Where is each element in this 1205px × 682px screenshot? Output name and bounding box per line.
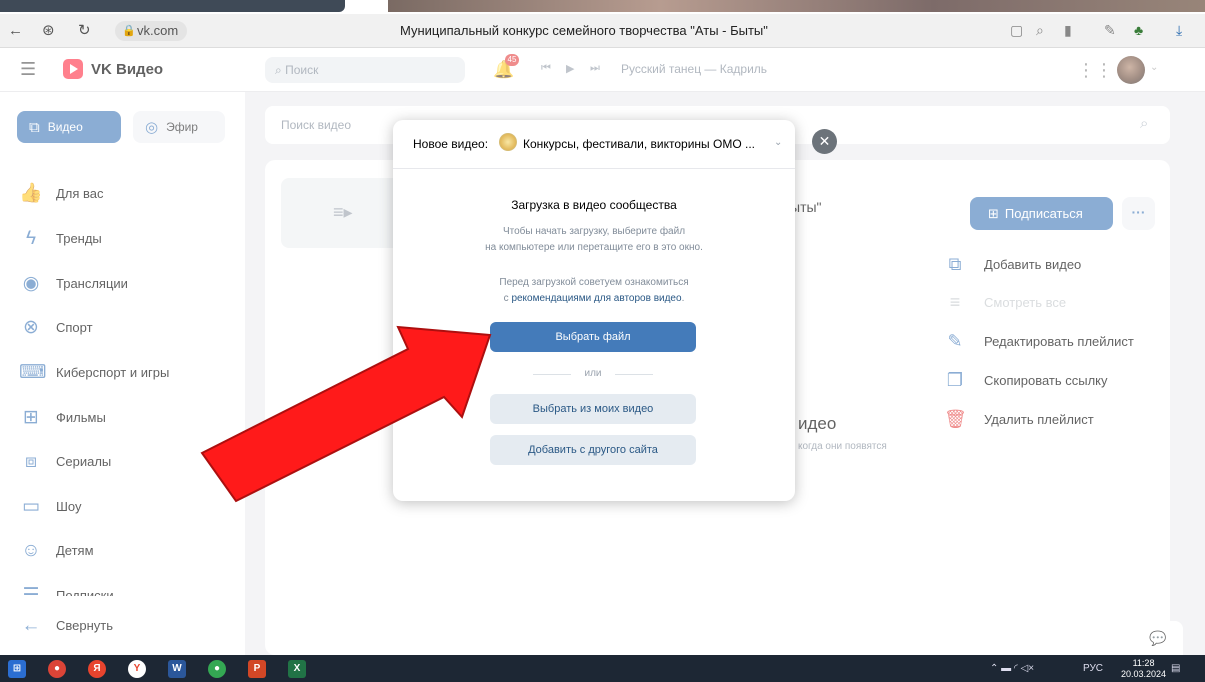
advice-suffix: . — [681, 293, 685, 304]
url-text: vk.com — [137, 23, 179, 38]
modal-header[interactable]: Новое видео: Конкурсы, фестивали, виктор… — [393, 120, 795, 169]
chevron-down-icon[interactable]: ⌄ — [774, 137, 782, 148]
community-selector[interactable]: Конкурсы, фестивали, викторины ОМО ... — [523, 137, 755, 151]
powerpoint-icon[interactable]: P — [248, 660, 266, 678]
downloads-icon[interactable]: ⤓ — [1176, 22, 1182, 39]
address-bar[interactable]: 🔒 vk.com — [115, 21, 187, 41]
modal-instruction-line1: Чтобы начать загрузку, выберите файл — [502, 226, 686, 237]
arrow-shape — [200, 325, 492, 503]
new-video-label: Новое видео: — [413, 137, 489, 151]
modal-title: Загрузка в видео сообщества — [511, 198, 677, 212]
collections-icon[interactable]: ✎ — [1104, 22, 1116, 39]
windows-taskbar: ⊞ ● Я Y W ● P X ⌃ ▬ ◜ ◁× РУС 11:28 20.03… — [0, 655, 1205, 682]
reader-icon[interactable]: ▢ — [1010, 22, 1023, 39]
author-guidelines-link[interactable]: рекомендациями для авторов видео — [511, 293, 681, 304]
browser-toolbar: ← ⊛ ↻ 🔒 vk.com Муниципальный конкурс сем… — [0, 14, 1205, 48]
red-pointer-arrow-icon — [200, 325, 492, 503]
top-window-strip — [0, 0, 1205, 14]
add-from-other-site-button[interactable]: Добавить с другого сайта — [490, 435, 696, 465]
close-icon[interactable]: ✕ — [812, 129, 837, 154]
chrome-profile-icon[interactable]: ● — [208, 660, 226, 678]
page-title: Муниципальный конкурс семейного творчест… — [400, 23, 768, 38]
bookmark-icon[interactable]: ▮ — [1064, 22, 1072, 39]
choose-file-button[interactable]: Выбрать файл — [490, 322, 696, 352]
chrome-icon[interactable]: ● — [48, 660, 66, 678]
background-window-edge — [388, 0, 1205, 12]
search-page-icon[interactable]: ⌕ — [1036, 22, 1044, 39]
language-indicator[interactable]: РУС — [1083, 663, 1103, 674]
modal-advice-line1: Перед загрузкой советуем ознакомиться — [499, 277, 689, 288]
back-icon[interactable]: ← — [8, 22, 23, 40]
notification-center-icon[interactable]: ▤ — [1171, 663, 1180, 674]
extension-icon[interactable]: ♣ — [1134, 22, 1143, 38]
clock-date: 20.03.2024 — [1121, 669, 1167, 679]
background-window-edge — [0, 0, 345, 12]
excel-icon[interactable]: X — [288, 660, 306, 678]
or-label: или — [584, 368, 602, 379]
lock-icon: 🔒 — [122, 25, 136, 37]
yandex-browser-icon[interactable]: Y — [128, 660, 146, 678]
community-avatar-icon — [499, 133, 517, 151]
modal-instruction-line2: на компьютере или перетащите его в это о… — [485, 242, 703, 253]
yandex-icon[interactable]: Я — [88, 660, 106, 678]
yandex-protect-icon[interactable]: ⊛ — [42, 22, 55, 40]
reload-icon[interactable]: ↻ — [78, 22, 91, 40]
choose-from-my-videos-button[interactable]: Выбрать из моих видео — [490, 394, 696, 424]
start-icon[interactable]: ⊞ — [8, 660, 26, 678]
or-divider: или — [533, 366, 653, 382]
tray-icons[interactable]: ⌃ ▬ ◜ ◁× — [990, 663, 1034, 674]
word-icon[interactable]: W — [168, 660, 186, 678]
clock-time: 11:28 — [1132, 658, 1155, 668]
clock[interactable]: 11:28 20.03.2024 — [1121, 658, 1166, 680]
